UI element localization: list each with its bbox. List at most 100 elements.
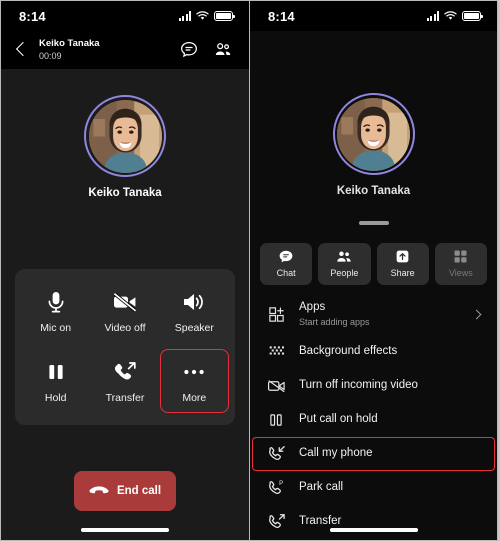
menu-item-turn-off-incoming-video[interactable]: Turn off incoming video [252,369,495,403]
call-contact-name: Keiko Tanaka [39,38,100,49]
grid-icon [453,249,468,264]
call-header-actions [179,40,237,60]
call-timer: 00:09 [39,50,62,61]
people-icon[interactable] [213,40,233,60]
sheet-tabs: Chat People Share Views [250,242,497,285]
svg-text:P: P [279,481,283,487]
tab-label: Chat [276,268,296,278]
call-controls-panel: Mic on Video off Speaker Hold Transfer M… [15,269,235,425]
avatar-name: Keiko Tanaka [336,185,411,197]
phone-park-icon: P [266,479,286,497]
phone-transfer-icon [113,359,137,385]
menu-item-text: Call my phone [299,447,482,461]
menu-item-subtitle: Start adding apps [299,317,370,327]
speaker-icon [182,289,206,315]
menu-item-title: Transfer [299,514,342,527]
status-bar: 8:14 [1,1,249,31]
tab-chat[interactable]: Chat [260,242,313,285]
sheet-menu-list: Apps Start adding apps Background effect… [250,295,497,539]
call-controls-row-2: Hold Transfer More [21,349,229,413]
tab-views[interactable]: Views [434,242,487,285]
call-header-text: Keiko Tanaka 00:09 [39,39,171,61]
status-bar: 8:14 [250,1,497,31]
avatar-photo [88,99,162,173]
home-indicator [329,528,418,532]
end-call-area: End call [1,471,249,511]
chat-icon [278,249,294,264]
bottom-sheet: Chat People Share Views Apps Start addin… [250,221,497,539]
home-indicator [81,528,169,532]
pause-icon [46,359,66,385]
video-off-icon [266,378,286,394]
end-call-button[interactable]: End call [74,471,176,511]
status-time: 8:14 [268,8,295,24]
menu-item-text: Park call [299,481,482,495]
menu-item-text: Put call on hold [299,413,482,427]
call-avatar-area: Keiko Tanaka [1,95,249,199]
share-icon [395,249,410,264]
wifi-icon [444,11,457,20]
tab-people[interactable]: People [318,242,371,285]
status-icons [426,11,483,21]
control-label: More [182,392,207,404]
menu-item-apps[interactable]: Apps Start adding apps [252,295,495,335]
dual-phone-screenshot: 8:14 Keiko Tanaka 00:09 Keiko Tanaka Mic… [0,0,500,541]
battery-icon [462,11,483,21]
call-header: Keiko Tanaka 00:09 [1,31,249,69]
phone-right: 8:14 Keiko Tanaka Chat People Share View… [249,0,498,541]
phone-incoming-icon [266,445,286,463]
menu-item-text: Background effects [299,345,482,359]
control-more[interactable]: More [159,349,229,413]
tab-label: Views [448,268,473,278]
menu-item-transfer[interactable]: Transfer [252,505,495,539]
menu-item-title: Background effects [299,344,398,357]
menu-item-title: Put call on hold [299,412,378,425]
menu-item-text: Turn off incoming video [299,379,482,393]
phone-hangup-icon [89,486,109,494]
background-effects-icon [266,343,286,360]
wifi-icon [196,11,209,20]
call-controls-row-1: Mic on Video off Speaker [21,279,229,343]
phone-right-screen: 8:14 Keiko Tanaka Chat People Share View… [250,1,497,540]
avatar-name: Keiko Tanaka [88,187,162,199]
chat-icon[interactable] [179,40,199,60]
tab-label: People [330,268,359,278]
menu-item-text: Apps Start adding apps [299,301,459,328]
control-mic[interactable]: Mic on [21,279,90,343]
pause-icon [266,412,286,428]
more-dots-icon [182,359,206,385]
status-time: 8:14 [19,8,46,24]
drag-handle[interactable] [358,221,389,225]
status-icons [178,11,235,21]
control-speaker[interactable]: Speaker [160,279,229,343]
avatar [84,95,166,177]
control-video[interactable]: Video off [90,279,159,343]
menu-item-title: Apps [299,301,326,314]
video-off-icon [112,289,138,315]
signal-bars-icon [426,11,439,21]
control-transfer[interactable]: Transfer [90,349,159,413]
menu-item-background-effects[interactable]: Background effects [252,335,495,369]
control-label: Transfer [105,392,145,404]
call-avatar-area: Keiko Tanaka [250,93,497,197]
avatar [332,93,415,175]
end-call-label: End call [116,485,162,497]
menu-item-put-call-on-hold[interactable]: Put call on hold [252,403,495,437]
menu-item-park-call[interactable]: P Park call [252,471,495,505]
apps-grid-icon [266,306,286,323]
phone-left-screen: 8:14 Keiko Tanaka 00:09 Keiko Tanaka Mic… [1,1,249,540]
back-chevron-icon[interactable] [13,39,31,61]
chevron-right-icon [472,310,482,320]
menu-item-title: Call my phone [299,446,373,459]
control-hold[interactable]: Hold [21,349,90,413]
signal-bars-icon [178,11,191,21]
control-label: Video off [104,322,146,334]
people-icon [335,249,353,264]
control-label: Mic on [40,322,72,334]
battery-icon [214,11,235,21]
tab-label: Share [390,268,415,278]
avatar-photo [337,97,410,171]
menu-item-call-my-phone[interactable]: Call my phone [252,436,495,471]
menu-item-title: Park call [299,480,344,493]
tab-share[interactable]: Share [376,242,429,285]
